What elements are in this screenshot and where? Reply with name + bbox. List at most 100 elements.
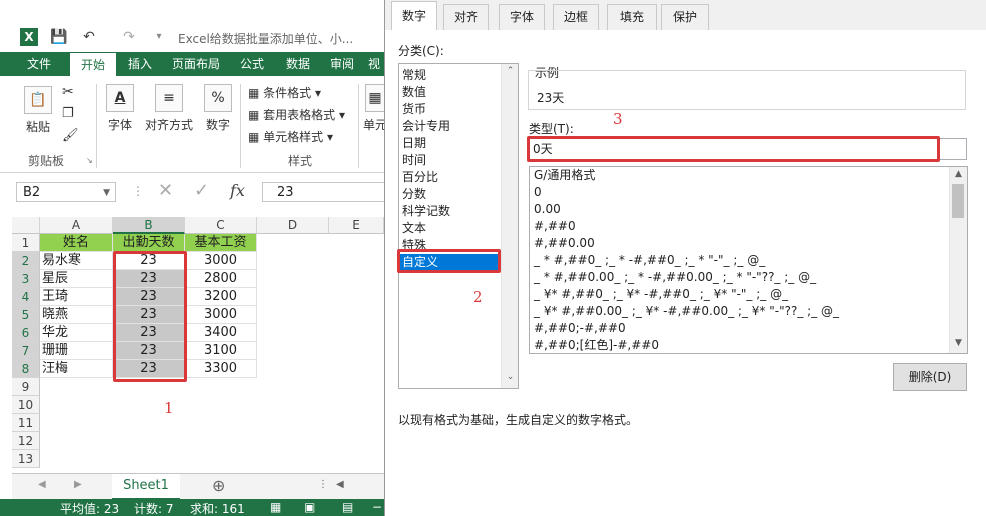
sheet-tab-sheet1[interactable]: Sheet1 xyxy=(112,474,180,500)
copy-icon[interactable]: ❐ xyxy=(62,106,74,121)
paste-button[interactable]: 📋 粘贴 xyxy=(20,86,56,135)
tab-fill[interactable]: 填充 xyxy=(607,4,657,30)
list-item[interactable]: 0.00 xyxy=(534,201,561,218)
tab-insert[interactable]: 插入 xyxy=(120,52,160,76)
table-cell[interactable]: 3000 xyxy=(185,252,257,270)
undo-icon[interactable]: ↶ xyxy=(80,28,98,46)
add-sheet-icon[interactable]: ⊕ xyxy=(212,476,225,495)
table-cell[interactable]: 3300 xyxy=(185,360,257,378)
cells-button[interactable]: ▦ 单元 xyxy=(360,84,384,133)
insert-function-icon[interactable]: fx xyxy=(230,181,245,200)
table-cell[interactable]: 23 xyxy=(113,360,185,378)
list-item[interactable]: #,##0;-#,##0 xyxy=(534,320,626,337)
header-cell-attendance[interactable]: 出勤天数 xyxy=(113,234,185,252)
cancel-entry-icon[interactable]: ✕ xyxy=(158,180,173,201)
list-item[interactable]: 货币 xyxy=(400,101,506,118)
dialog-launcher-icon[interactable]: ↘ xyxy=(86,156,93,165)
scroll-down-icon[interactable]: ▼ xyxy=(950,338,967,348)
font-button[interactable]: A 字体 xyxy=(102,84,138,133)
format-list[interactable]: G/通用格式 0 0.00 #,##0 #,##0.00 _ * #,##0_ … xyxy=(529,166,968,354)
row-header[interactable]: 4 xyxy=(12,288,40,306)
list-item[interactable]: _ ¥* #,##0_ ;_ ¥* -#,##0_ ;_ ¥* "-"_ ;_ … xyxy=(534,286,788,303)
category-scrollbar[interactable]: ⌃ ⌄ xyxy=(501,64,518,388)
cell-style-button[interactable]: ▦ 单元格样式 ▾ xyxy=(248,128,333,145)
worksheet-grid[interactable]: A B C D E 1 2 3 4 5 6 7 8 9 10 11 12 13 … xyxy=(12,217,384,471)
name-box[interactable]: B2 ▼ xyxy=(16,182,116,202)
list-item[interactable]: _ ¥* #,##0.00_ ;_ ¥* -#,##0.00_ ;_ ¥* "-… xyxy=(534,303,839,320)
tab-font[interactable]: 字体 xyxy=(499,4,545,30)
tab-view[interactable]: 视 xyxy=(364,52,384,76)
hscroll-left-icon[interactable]: ◀ xyxy=(336,479,344,490)
table-cell[interactable]: 23 xyxy=(113,288,185,306)
list-item[interactable]: _ * #,##0.00_ ;_ * -#,##0.00_ ;_ * "-"??… xyxy=(534,269,816,286)
table-cell[interactable]: 2800 xyxy=(185,270,257,288)
tab-protection[interactable]: 保护 xyxy=(661,4,709,30)
table-format-button[interactable]: ▦ 套用表格格式 ▾ xyxy=(248,106,345,123)
select-all-corner[interactable] xyxy=(12,217,40,234)
table-cell[interactable]: 3400 xyxy=(185,324,257,342)
format-scrollbar[interactable]: ▲ ▼ xyxy=(949,167,967,353)
tab-file[interactable]: 文件 xyxy=(14,52,64,76)
table-cell[interactable]: 23 xyxy=(113,270,185,288)
zoom-out-icon[interactable]: − xyxy=(372,500,382,514)
list-item[interactable]: #,##0.00 xyxy=(534,235,595,252)
list-item[interactable]: 数值 xyxy=(400,84,506,101)
row-header[interactable]: 7 xyxy=(12,342,40,360)
save-icon[interactable]: 💾 xyxy=(50,28,68,46)
column-header-a[interactable]: A xyxy=(40,217,113,234)
column-header-d[interactable]: D xyxy=(257,217,329,234)
table-cell[interactable]: 珊珊 xyxy=(40,342,113,360)
column-header-e[interactable]: E xyxy=(329,217,384,234)
row-header[interactable]: 2 xyxy=(12,252,40,270)
row-header[interactable]: 12 xyxy=(12,432,40,450)
table-cell[interactable]: 3000 xyxy=(185,306,257,324)
number-button[interactable]: % 数字 xyxy=(200,84,236,133)
table-cell[interactable]: 晓燕 xyxy=(40,306,113,324)
scroll-up-icon[interactable]: ▲ xyxy=(950,169,967,179)
conditional-format-button[interactable]: ▦ 条件格式 ▾ xyxy=(248,84,321,101)
sheet-prev-icon[interactable]: ◀ xyxy=(38,479,46,490)
scroll-thumb[interactable] xyxy=(952,184,964,218)
row-header[interactable]: 3 xyxy=(12,270,40,288)
list-item[interactable]: #,##0;[红色]-#,##0 xyxy=(534,337,659,353)
alignment-button[interactable]: ≡ 对齐方式 xyxy=(142,84,196,133)
list-item[interactable]: 时间 xyxy=(400,152,506,169)
table-cell[interactable]: 3100 xyxy=(185,342,257,360)
list-item[interactable]: 百分比 xyxy=(400,169,506,186)
table-cell[interactable]: 23 xyxy=(113,342,185,360)
column-header-b[interactable]: B xyxy=(113,217,185,234)
row-header[interactable]: 8 xyxy=(12,360,40,378)
list-item[interactable]: G/通用格式 xyxy=(534,167,595,184)
tab-data[interactable]: 数据 xyxy=(278,52,318,76)
customize-toolbar-icon[interactable]: ▾ xyxy=(150,28,168,46)
table-cell[interactable]: 23 xyxy=(113,324,185,342)
normal-view-icon[interactable]: ▦ xyxy=(270,500,281,514)
tab-formulas[interactable]: 公式 xyxy=(232,52,272,76)
list-item[interactable]: 常规 xyxy=(400,67,506,84)
category-list[interactable]: 常规 数值 货币 会计专用 日期 时间 百分比 分数 科学记数 文本 特殊 自定… xyxy=(398,63,519,389)
row-header[interactable]: 5 xyxy=(12,306,40,324)
row-header[interactable]: 13 xyxy=(12,450,40,468)
tab-review[interactable]: 审阅 xyxy=(322,52,362,76)
list-item[interactable]: 文本 xyxy=(400,220,506,237)
column-header-c[interactable]: C xyxy=(185,217,257,234)
sheet-next-icon[interactable]: ▶ xyxy=(74,479,82,490)
row-header[interactable]: 9 xyxy=(12,378,40,396)
list-item[interactable]: 0 xyxy=(534,184,542,201)
page-layout-view-icon[interactable]: ▣ xyxy=(304,500,315,514)
row-header[interactable]: 6 xyxy=(12,324,40,342)
row-header[interactable]: 11 xyxy=(12,414,40,432)
cut-icon[interactable]: ✂ xyxy=(62,84,74,100)
row-header[interactable]: 10 xyxy=(12,396,40,414)
scroll-down-icon[interactable]: ⌄ xyxy=(502,372,519,382)
tab-number[interactable]: 数字 xyxy=(391,1,437,31)
delete-button[interactable]: 删除(D) xyxy=(893,363,967,391)
table-cell[interactable]: 星辰 xyxy=(40,270,113,288)
redo-icon[interactable]: ↷ xyxy=(120,28,138,46)
table-cell[interactable]: 23 xyxy=(113,306,185,324)
list-item[interactable]: 日期 xyxy=(400,135,506,152)
list-item[interactable]: 会计专用 xyxy=(400,118,506,135)
tab-home[interactable]: 开始 xyxy=(70,52,116,77)
page-break-view-icon[interactable]: ▤ xyxy=(342,500,353,514)
scroll-up-icon[interactable]: ⌃ xyxy=(502,66,519,76)
